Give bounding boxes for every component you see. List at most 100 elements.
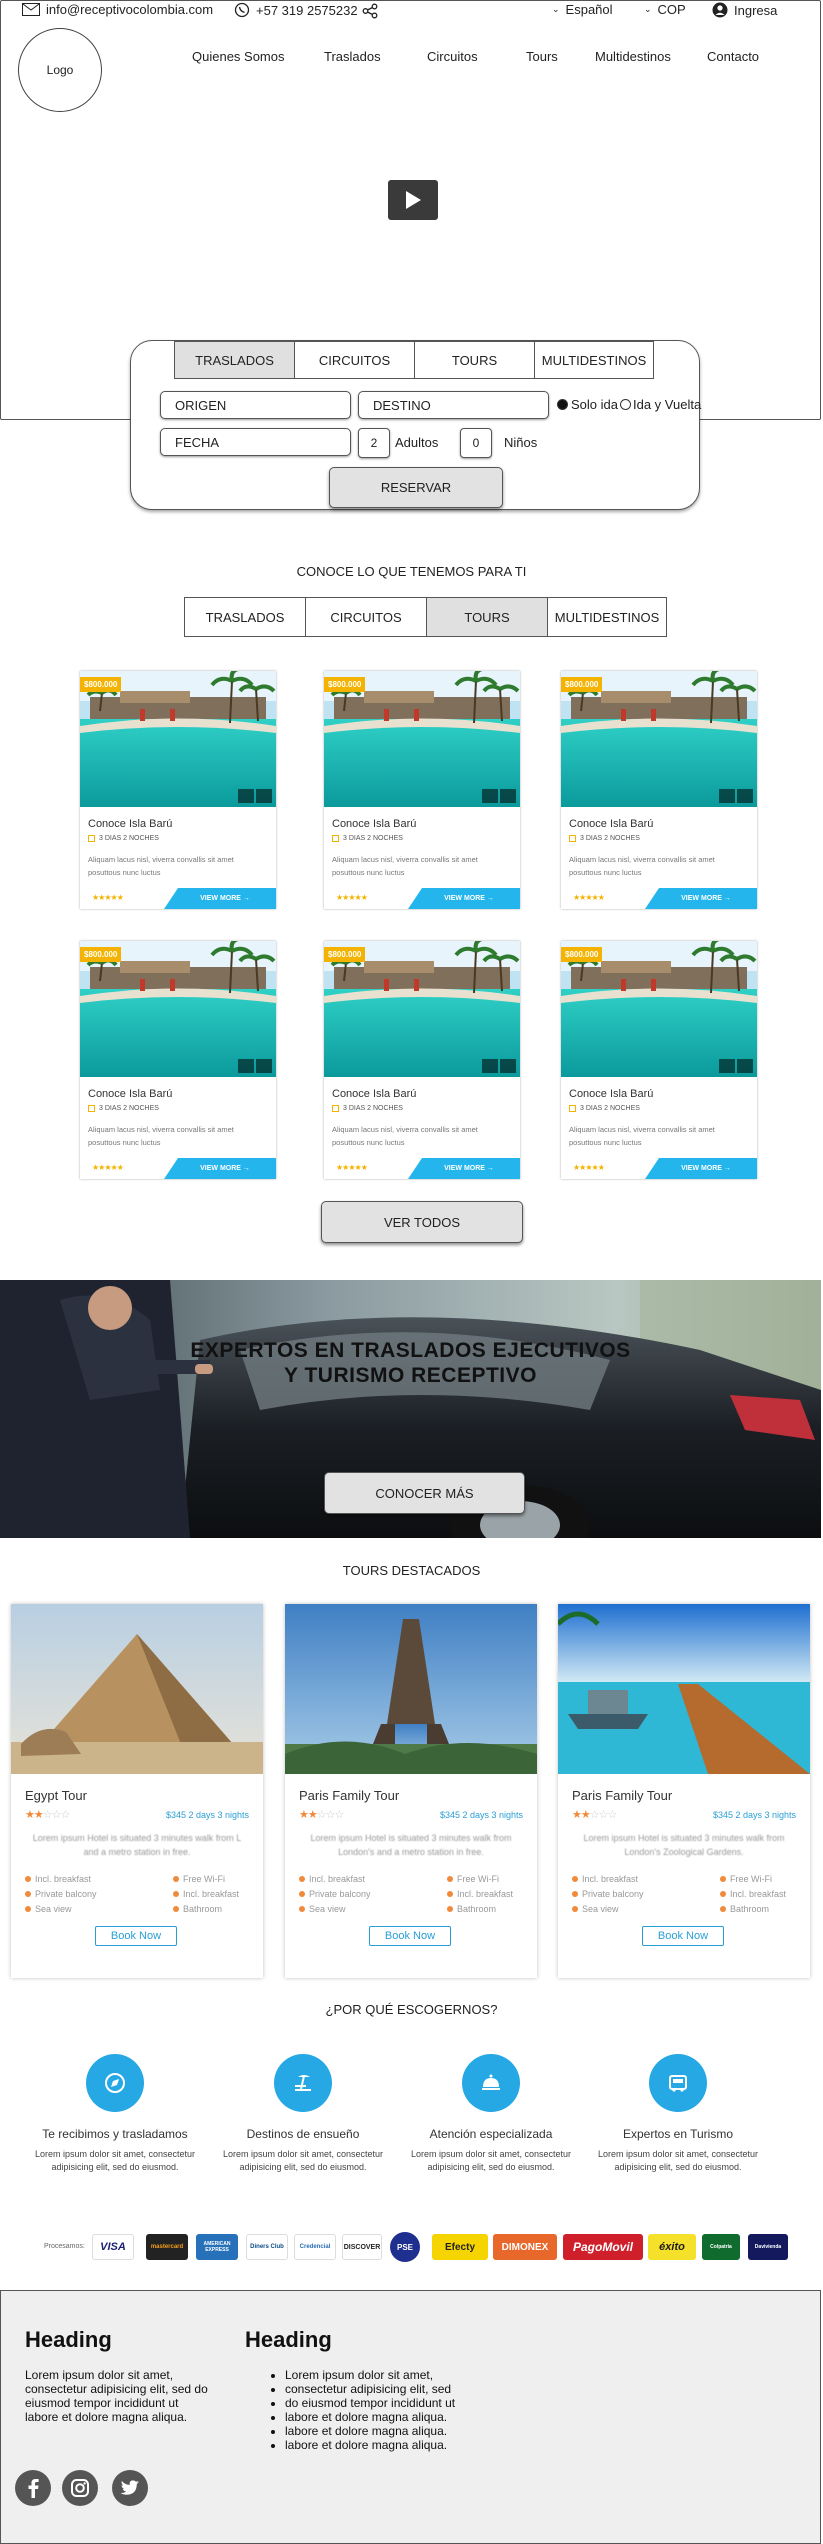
phone-text: +57 319 2575232 (256, 2, 358, 18)
language-value: Español (565, 2, 613, 17)
product-description: Aliquam lacus nisl, viverra convallis si… (88, 1125, 234, 1147)
product-footer: ★★★★★ VIEW MORE → (561, 888, 757, 909)
adults-input[interactable]: 2 (358, 428, 390, 458)
view-more-button[interactable]: VIEW MORE → (164, 888, 276, 909)
product-card[interactable]: $800.000 Conoce Isla Barú 3 DIAS 2 NOCHES A… (80, 671, 276, 909)
product-tab-tours[interactable]: TOURS (426, 597, 548, 637)
share-icon[interactable] (362, 3, 378, 19)
visa-logo: VISA (92, 2234, 134, 2260)
destination-field[interactable]: DESTINO (358, 391, 549, 419)
product-card[interactable]: $800.000 Conoce Isla Barú 3 DIAS 2 NOCHES A… (324, 671, 520, 909)
why-item-text: Lorem ipsum dolor sit amet, consectetur … (222, 2149, 384, 2172)
product-footer: ★★★★★ VIEW MORE → (324, 888, 520, 909)
tour-title: Paris Family Tour (299, 1788, 400, 1803)
chevron-down-icon: ⌄ (552, 4, 560, 14)
product-tab-circuitos[interactable]: CIRCUITOS (305, 597, 427, 637)
instagram-icon[interactable] (62, 2470, 98, 2506)
nav-quienes-somos[interactable]: Quienes Somos (192, 49, 285, 64)
view-all-button[interactable]: VER TODOS (321, 1201, 523, 1243)
product-duration: 3 DIAS 2 NOCHES (88, 1105, 159, 1112)
product-card[interactable]: $800.000 Conoce Isla Barú 3 DIAS 2 NOCHES A… (561, 671, 757, 909)
product-description: Aliquam lacus nisl, viverra convallis si… (332, 855, 478, 877)
reserve-button[interactable]: RESERVAR (329, 467, 503, 508)
phone-contact[interactable]: +57 319 2575232 (234, 2, 358, 18)
book-now-button[interactable]: Book Now (95, 1926, 177, 1946)
feature-item: Private balcony (572, 1889, 644, 1899)
price-tag: $800.000 (324, 947, 366, 962)
tour-card[interactable]: Egypt Tour ★★☆☆☆ $345 2 days 3 nights Lo… (11, 1604, 263, 1978)
product-footer: ★★★★★ VIEW MORE → (80, 888, 276, 909)
view-more-button[interactable]: VIEW MORE → (164, 1158, 276, 1179)
tab-circuitos[interactable]: CIRCUITOS (294, 341, 415, 379)
tab-multidestinos[interactable]: MULTIDESTINOS (534, 341, 654, 379)
footer-list-item: labore et dolore magna aliqua. (285, 2424, 455, 2438)
nav-traslados[interactable]: Traslados (324, 49, 381, 64)
origin-field[interactable]: ORIGEN (160, 391, 351, 419)
rating-stars: ★★★★★ (336, 1163, 368, 1172)
product-tab-traslados[interactable]: TRASLADOS (184, 597, 306, 637)
view-more-button[interactable]: VIEW MORE → (645, 888, 757, 909)
feature-item: Private balcony (299, 1889, 371, 1899)
price-tag: $800.000 (324, 677, 366, 692)
mastercard-logo: mastercard (146, 2234, 188, 2260)
boat-icon (238, 1059, 254, 1073)
product-title: Conoce Isla Barú (88, 1088, 173, 1100)
swim-icon (500, 1059, 516, 1073)
tour-image-beach (558, 1604, 810, 1774)
book-now-button[interactable]: Book Now (642, 1926, 724, 1946)
product-duration: 3 DIAS 2 NOCHES (332, 835, 403, 842)
rating-stars: ★★★★★ (92, 893, 124, 902)
price-tag: $800.000 (80, 677, 122, 692)
products-section-title: CONOCE LO QUE TENEMOS PARA TI (296, 564, 527, 579)
feature-item: Incl. breakfast (572, 1874, 638, 1884)
tour-card[interactable]: Paris Family Tour ★★☆☆☆ $345 2 days 3 ni… (285, 1604, 537, 1978)
product-card[interactable]: $800.000 Conoce Isla Barú 3 DIAS 2 NOCHES A… (324, 941, 520, 1179)
nav-multidestinos[interactable]: Multidestinos (595, 49, 671, 64)
language-selector[interactable]: ⌄ Español (552, 2, 613, 17)
logo[interactable]: Logo (18, 28, 102, 112)
children-label: Niños (504, 435, 538, 450)
tab-traslados[interactable]: TRASLADOS (174, 341, 295, 379)
tab-tours[interactable]: TOURS (414, 341, 535, 379)
booking-tabs: TRASLADOS CIRCUITOS TOURS MULTIDESTINOS (174, 341, 654, 379)
facebook-icon[interactable] (15, 2470, 51, 2506)
footer-list-item: Lorem ipsum dolor sit amet, (285, 2368, 455, 2382)
product-footer: ★★★★★ VIEW MORE → (324, 1158, 520, 1179)
payments-label: Procesamos: (44, 2243, 85, 2250)
nav-circuitos[interactable]: Circuitos (427, 49, 478, 64)
footer-text: Lorem ipsum dolor sit amet, consectetur … (25, 2368, 208, 2424)
twitter-icon[interactable] (112, 2470, 148, 2506)
footer-heading: Heading (25, 2327, 112, 2352)
date-field[interactable]: FECHA (160, 428, 351, 456)
product-card[interactable]: $800.000 Conoce Isla Barú 3 DIAS 2 NOCHES A… (80, 941, 276, 1179)
product-title: Conoce Isla Barú (332, 818, 417, 830)
rating-stars: ★★★★★ (573, 1163, 605, 1172)
feature-item: Incl. breakfast (173, 1889, 239, 1899)
one-way-label: Solo ida (571, 397, 618, 412)
children-input[interactable]: 0 (460, 428, 492, 458)
product-tab-multidestinos[interactable]: MULTIDESTINOS (547, 597, 667, 637)
rating-stars: ★★★★★ (92, 1163, 124, 1172)
radio-round-trip[interactable] (620, 399, 631, 410)
product-card[interactable]: $800.000 Conoce Isla Barú 3 DIAS 2 NOCHES A… (561, 941, 757, 1179)
price-tag: $800.000 (561, 677, 603, 692)
nav-contacto[interactable]: Contacto (707, 49, 759, 64)
book-now-button[interactable]: Book Now (369, 1926, 451, 1946)
email-contact[interactable]: info@receptivocolombia.com (22, 2, 213, 17)
view-more-button[interactable]: VIEW MORE → (645, 1158, 757, 1179)
radio-one-way[interactable] (557, 399, 568, 410)
currency-selector[interactable]: ⌄ COP (644, 2, 686, 17)
footer-list-item: do eiusmod tempor incididunt ut (285, 2396, 455, 2410)
why-us-title: ¿POR QUÉ ESCOGERNOS? (325, 2002, 498, 2017)
amenity-icons (482, 789, 516, 803)
learn-more-button[interactable]: CONOCER MÁS (324, 1472, 525, 1514)
view-more-button[interactable]: VIEW MORE → (408, 888, 520, 909)
beach-icon (274, 2054, 332, 2112)
view-more-button[interactable]: VIEW MORE → (408, 1158, 520, 1179)
tour-card[interactable]: Paris Family Tour ★★☆☆☆ $345 2 days 3 ni… (558, 1604, 810, 1978)
nav-tours[interactable]: Tours (526, 49, 558, 64)
login-link[interactable]: Ingresa (712, 2, 777, 18)
bus-icon (649, 2054, 707, 2112)
round-trip-label: Ida y Vuelta (633, 397, 702, 412)
video-play-button[interactable] (388, 180, 438, 220)
